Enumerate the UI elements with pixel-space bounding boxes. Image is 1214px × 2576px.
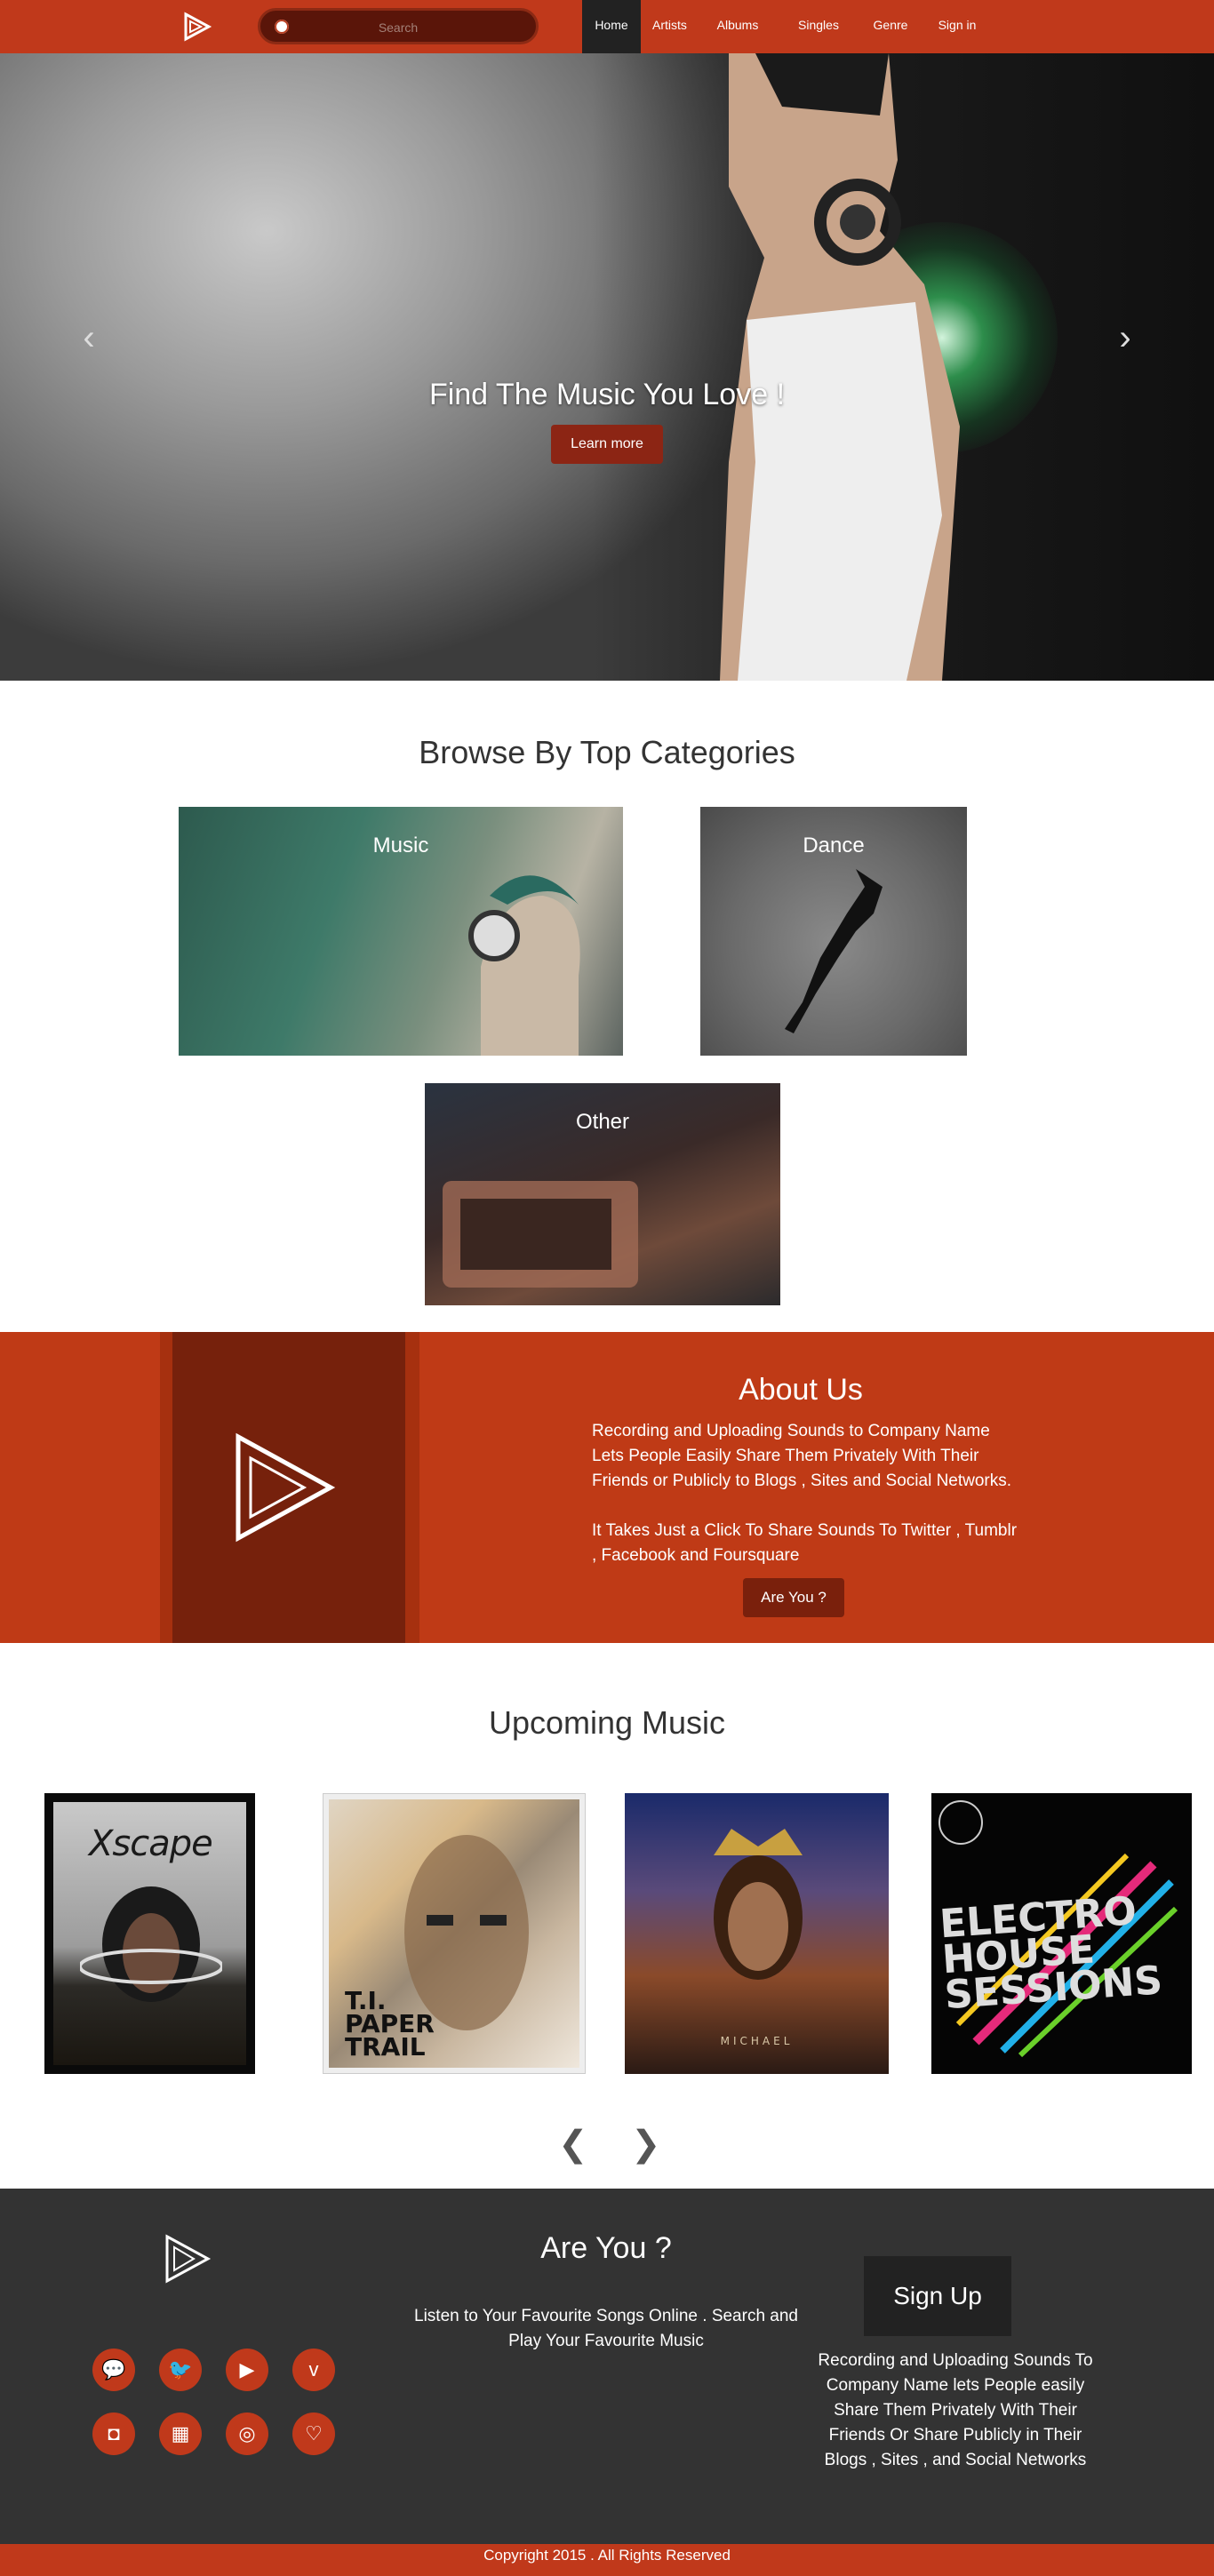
category-dance-label: Dance (803, 833, 865, 857)
album-cover[interactable]: Xscape (44, 1793, 255, 2074)
twitter-icon[interactable]: 🐦 (159, 2349, 202, 2391)
vimeo-icon[interactable]: v (292, 2349, 335, 2391)
category-music-label: Music (372, 833, 429, 857)
other-category-image (443, 1181, 638, 1288)
copyright-bar: Copyright 2015 . All Rights Reserved (0, 2544, 1214, 2576)
album-paper-trail-art: T.I. PAPER TRAIL (329, 1799, 579, 2068)
category-other-label: Other (575, 1110, 630, 1134)
album-xscape-art: Xscape (53, 1802, 246, 2065)
album-cover[interactable]: MICHAEL (625, 1793, 889, 2074)
categories-title: Browse By Top Categories (419, 734, 795, 770)
carousel-next-icon[interactable]: › (1107, 320, 1143, 355)
about-paragraph-1: Recording and Uploading Sounds to Compan… (592, 1422, 1012, 1490)
hero-carousel: ‹ › Find The Music You Love ! Learn more (0, 53, 1214, 681)
about-title: About Us (739, 1373, 863, 1407)
about-section: About Us Recording and Uploading Sounds … (0, 1332, 1214, 1643)
main-menu: Home Artists Albums Singles Genre Sign i… (582, 0, 993, 78)
nav-artists[interactable]: Artists (641, 0, 698, 53)
category-music[interactable]: Music (179, 807, 623, 1056)
music-category-image (468, 875, 580, 1056)
albums-next-icon[interactable]: ❯ (631, 2124, 661, 2165)
chat-icon[interactable]: 💬 (92, 2349, 135, 2391)
heart-icon[interactable]: ♡ (292, 2413, 335, 2455)
hero-dj-image (720, 53, 960, 681)
nav-sign-in[interactable]: Sign in (922, 0, 993, 53)
film-icon[interactable]: ▦ (159, 2413, 202, 2455)
nav-genre-label: Genre (873, 18, 908, 32)
instagram-icon[interactable]: ◘ (92, 2413, 135, 2455)
carousel-prev-icon[interactable]: ‹ (71, 320, 107, 355)
nav-albums[interactable]: Albums (698, 0, 778, 53)
camera-icon[interactable]: ◎ (226, 2413, 268, 2455)
hero-caption: Find The Music You Love ! (428, 378, 786, 411)
album-cover[interactable]: T.I. PAPER TRAIL (323, 1793, 586, 2074)
footer-title: Are You ? (540, 2231, 672, 2265)
nav-singles[interactable]: Singles (778, 0, 859, 53)
nav-genre-dropdown[interactable]: Genre (859, 0, 922, 78)
search-input[interactable]: Search (260, 20, 536, 35)
album-title: T.I. PAPER TRAIL (345, 1986, 435, 2062)
upcoming-title: Upcoming Music (488, 1704, 726, 1741)
are-you-button[interactable]: Are You ? (743, 1578, 844, 1617)
search-bar[interactable]: Search (258, 8, 539, 44)
nav-home[interactable]: Home (582, 0, 641, 53)
youtube-icon[interactable]: ▶ (226, 2349, 268, 2391)
about-paragraph-2: It Takes Just a Click To Share Sounds To… (592, 1521, 1018, 1565)
ministry-of-sound-logo-icon (938, 1800, 983, 1845)
footer-description: Recording and Uploading Sounds To Compan… (818, 2351, 1093, 2469)
album-cover[interactable]: ELECTRO HOUSE SESSIONS (931, 1793, 1192, 2074)
dance-category-image (785, 869, 883, 1033)
album-title: MICHAEL (720, 2035, 794, 2047)
play-logo-icon (236, 1432, 336, 1543)
album-title: Xscape (89, 1823, 213, 1864)
footer: 💬 🐦 ▶ v ◘ ▦ ◎ ♡ Are You ? Listen to Your… (0, 2189, 1214, 2544)
sign-up-button[interactable]: Sign Up (864, 2256, 1011, 2336)
footer-text: Listen to Your Favourite Songs Online . … (414, 2307, 798, 2350)
category-other[interactable]: Other (425, 1083, 780, 1305)
play-logo-icon[interactable] (180, 11, 212, 43)
album-michael-art (714, 1829, 803, 1980)
album-title: ELECTRO HOUSE SESSIONS (938, 1888, 1164, 2019)
play-logo-icon[interactable] (164, 2233, 212, 2285)
category-dance[interactable]: Dance (700, 807, 967, 1056)
top-navbar: Search Home Artists Albums Singles Genre… (0, 0, 1214, 78)
albums-prev-icon[interactable]: ❮ (558, 2124, 588, 2165)
learn-more-button[interactable]: Learn more (551, 425, 663, 464)
